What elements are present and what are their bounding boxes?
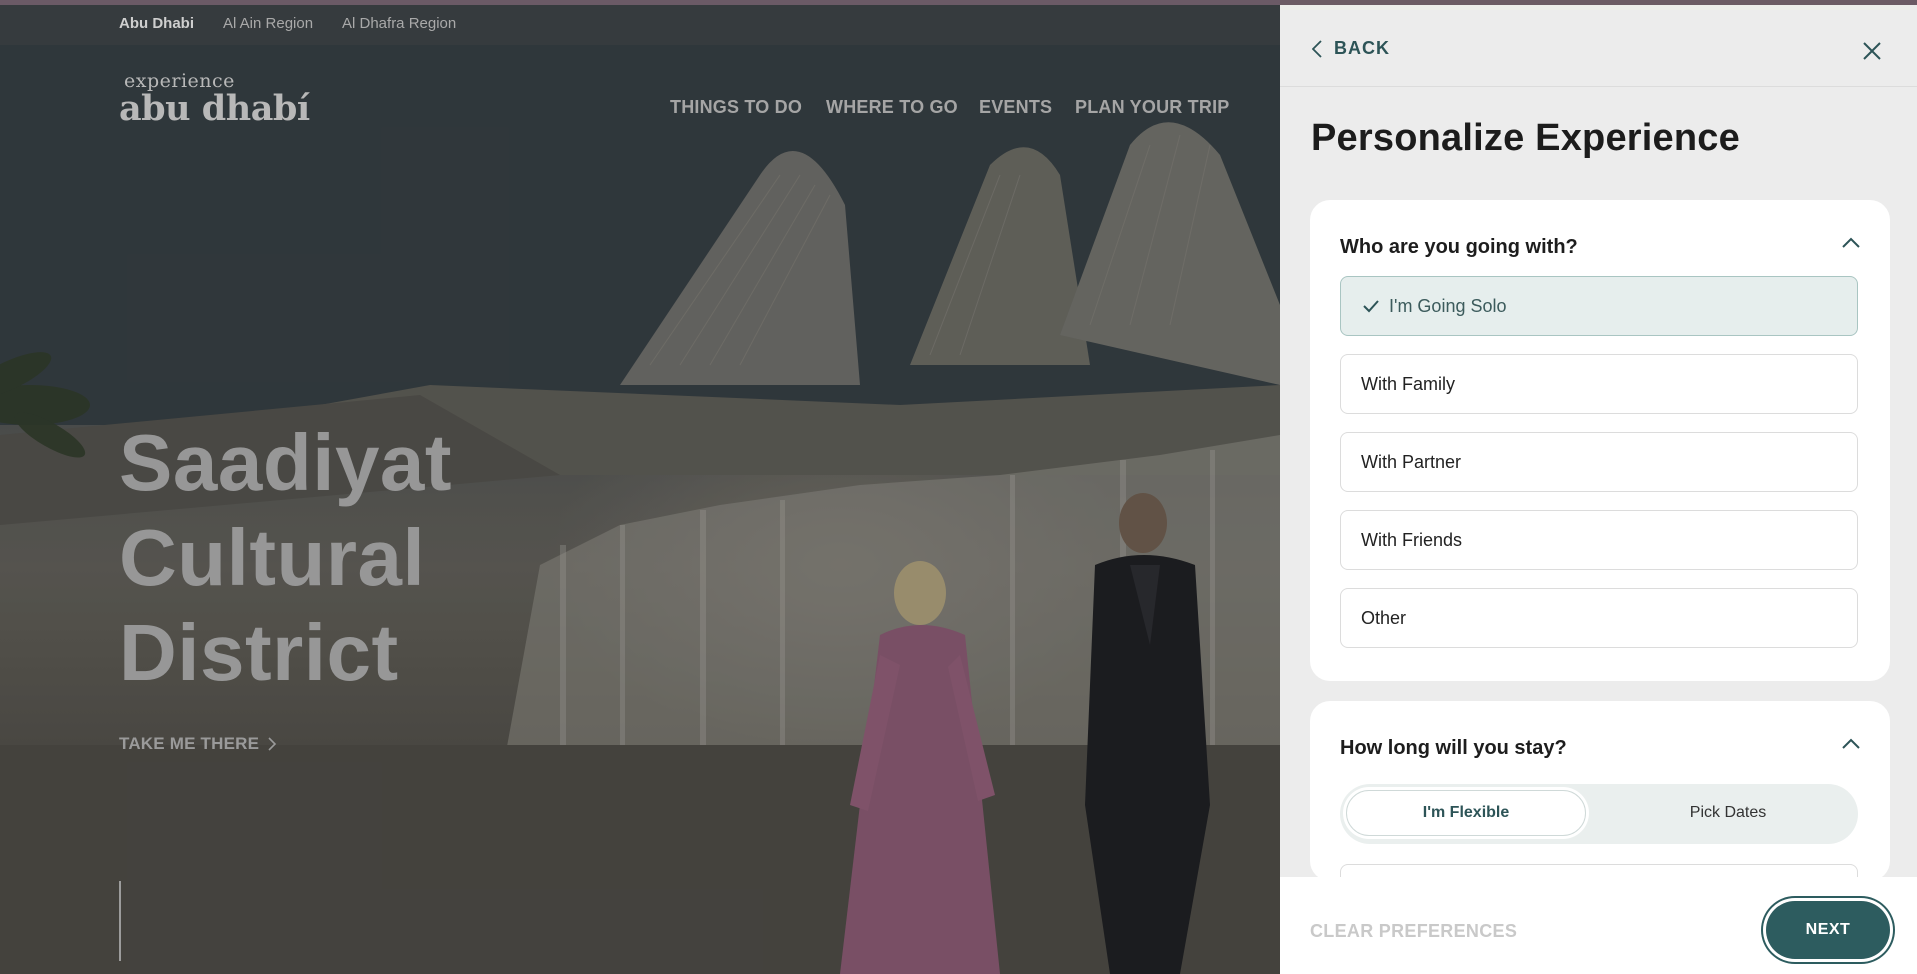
hero-title-line: Cultural — [119, 513, 426, 602]
option-label: With Family — [1361, 373, 1455, 394]
option-label: With Friends — [1361, 529, 1463, 550]
stay-toggle: I'm Flexible Pick Dates — [1340, 784, 1858, 844]
option-going-solo[interactable]: I'm Going Solo — [1340, 276, 1858, 336]
option-other[interactable]: Other — [1340, 588, 1858, 648]
next-button[interactable]: NEXT — [1766, 901, 1890, 959]
hero-title: Saadiyat Cultural District — [119, 415, 452, 700]
panel-footer: CLEAR PREFERENCES NEXT — [1280, 877, 1917, 974]
option-label: With Partner — [1361, 451, 1462, 472]
back-label: BACK — [1334, 38, 1390, 58]
chevron-up-icon[interactable] — [1842, 737, 1860, 751]
toggle-im-flexible[interactable]: I'm Flexible — [1346, 790, 1586, 836]
check-icon — [1363, 300, 1379, 313]
region-tab-al-dhafra[interactable]: Al Dhafra Region — [342, 15, 456, 32]
companions-question: Who are you going with? — [1340, 236, 1578, 258]
cta-label: TAKE ME THERE — [119, 734, 260, 753]
stay-question: How long will you stay? — [1340, 737, 1567, 759]
chevron-right-icon — [268, 737, 277, 751]
region-bar: Abu Dhabi Al Ain Region Al Dhafra Region — [0, 5, 1280, 45]
take-me-there-link[interactable]: TAKE ME THERE — [119, 734, 277, 754]
clear-preferences-button[interactable]: CLEAR PREFERENCES — [1310, 921, 1517, 942]
stay-card: How long will you stay? I'm Flexible Pic… — [1310, 701, 1890, 881]
chevron-up-icon[interactable] — [1842, 236, 1860, 250]
hero-section: Abu Dhabi Al Ain Region Al Dhafra Region… — [0, 5, 1280, 974]
option-label: I'm Going Solo — [1389, 295, 1507, 316]
option-with-family[interactable]: With Family — [1340, 354, 1858, 414]
region-tab-abu-dhabi[interactable]: Abu Dhabi — [119, 15, 194, 32]
hero-title-line: District — [119, 608, 399, 697]
toggle-pick-dates[interactable]: Pick Dates — [1604, 790, 1852, 836]
close-icon[interactable] — [1861, 40, 1883, 62]
nav-where-to-go[interactable]: WHERE TO GO — [826, 97, 958, 118]
personalize-panel: BACK Personalize Experience Who are you … — [1280, 5, 1917, 974]
region-tab-al-ain[interactable]: Al Ain Region — [223, 15, 313, 32]
companions-card: Who are you going with? I'm Going Solo W… — [1310, 200, 1890, 681]
option-with-partner[interactable]: With Partner — [1340, 432, 1858, 492]
hero-title-line: Saadiyat — [119, 418, 453, 507]
logo-line-abu-dhabi: abu dhabí — [119, 88, 310, 129]
site-logo[interactable]: experience abu dhabí — [119, 71, 310, 127]
chevron-left-icon — [1312, 39, 1322, 58]
back-button[interactable]: BACK — [1312, 38, 1390, 59]
nav-things-to-do[interactable]: THINGS TO DO — [670, 97, 802, 118]
option-label: Other — [1361, 607, 1407, 628]
panel-title: Personalize Experience — [1311, 117, 1740, 159]
option-with-friends[interactable]: With Friends — [1340, 510, 1858, 570]
scroll-indicator — [119, 881, 121, 961]
panel-header: BACK — [1280, 5, 1917, 87]
nav-plan-your-trip[interactable]: PLAN YOUR TRIP — [1075, 97, 1229, 118]
nav-events[interactable]: EVENTS — [979, 97, 1052, 118]
